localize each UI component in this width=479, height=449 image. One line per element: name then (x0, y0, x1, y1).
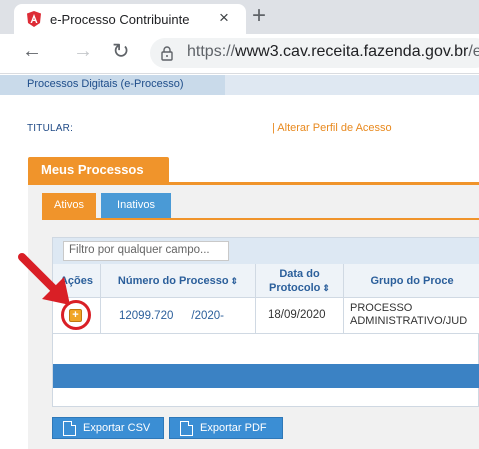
numero-header-label: Número do Processo (117, 275, 229, 287)
url-scheme: https:// (187, 43, 236, 60)
data-header-line1: Data do (279, 268, 320, 280)
tab-ativos[interactable]: Ativos (42, 193, 96, 219)
forward-arrow-icon[interactable]: → (73, 40, 93, 63)
sort-icon[interactable]: ⇕ (322, 283, 330, 293)
export-pdf-button[interactable]: Exportar PDF (169, 417, 283, 439)
grupo-header-label: Grupo do Proce (370, 275, 454, 287)
processo-number[interactable]: 12099.720/2020- (119, 309, 242, 323)
browser-toolbar: ← → ↻ https://www3.cav.receita.fazenda.g… (0, 34, 479, 74)
browser-tab-bar: e-Processo Contribuinte × + (0, 0, 479, 34)
export-csv-button[interactable]: Exportar CSV (52, 417, 164, 439)
tab-ativos-label: Ativos (54, 199, 84, 211)
csv-file-icon (63, 421, 76, 436)
url-host: www3.cav.receita.fazenda.gov.br (235, 43, 469, 60)
address-bar[interactable]: https://www3.cav.receita.fazenda.gov.br/… (150, 38, 479, 68)
processo-number-part2: /2020- (191, 310, 224, 323)
subtab-divider (42, 218, 479, 220)
meus-processos-tab[interactable]: Meus Processos (28, 157, 169, 183)
pdf-file-icon (180, 421, 193, 436)
table-row[interactable]: + 12099.720/2020- 18/09/2020 PROCESSO ADM… (53, 298, 479, 334)
sort-icon[interactable]: ⇕ (231, 276, 239, 286)
redaction-blur (223, 309, 242, 323)
table-footer (53, 364, 479, 388)
new-tab-button[interactable]: + (252, 2, 266, 30)
column-header-numero[interactable]: Número do Processo ⇕ (101, 264, 256, 298)
table-header: Ações Número do Processo ⇕ Data do Protoco… (53, 264, 479, 298)
back-arrow-icon[interactable]: ← (22, 40, 42, 63)
url-text: https://www3.cav.receita.fazenda.gov.br/… (187, 43, 479, 61)
lock-icon[interactable] (160, 45, 174, 61)
redaction-blur (173, 309, 192, 323)
tab-inativos[interactable]: Inativos (101, 193, 171, 219)
export-csv-label: Exportar CSV (83, 422, 151, 434)
grupo-line1: PROCESSO (350, 302, 413, 314)
brand-bar: Processos Digitais (e-Processo) (0, 75, 479, 95)
tab-inativos-label: Inativos (117, 199, 155, 211)
row-data-cell: 18/09/2020 (256, 298, 344, 334)
processos-panel: Ativos Inativos Filtro por qualquer camp… (28, 185, 479, 449)
alterar-perfil-link[interactable]: | Alterar Perfil de Acesso (272, 122, 392, 134)
meus-processos-title: Meus Processos (41, 162, 144, 177)
tab-title: e-Processo Contribuinte (50, 12, 190, 27)
brand-tab: Processos Digitais (e-Processo) (0, 75, 225, 95)
titular-label: TITULAR: (27, 123, 74, 134)
grupo-line2: ADMINISTRATIVO/JUD (350, 315, 468, 327)
data-header-line2: Protocolo (269, 282, 321, 294)
column-header-data[interactable]: Data do Protocolo ⇕ (256, 264, 344, 298)
row-grupo-cell: PROCESSO ADMINISTRATIVO/JUD (344, 298, 479, 334)
reload-icon[interactable]: ↻ (112, 39, 130, 64)
protocolo-date: 18/09/2020 (268, 309, 326, 321)
column-header-grupo[interactable]: Grupo do Proce (344, 264, 479, 298)
browser-tab[interactable]: e-Processo Contribuinte × (14, 4, 246, 34)
filter-input[interactable]: Filtro por qualquer campo... (63, 241, 229, 261)
row-numero-cell: 12099.720/2020- (101, 298, 256, 334)
processo-number-part1: 12099.720 (119, 310, 174, 323)
url-path: /ep (468, 43, 479, 60)
close-tab-icon[interactable]: × (219, 8, 229, 28)
brand-title[interactable]: Processos Digitais (e-Processo) (27, 78, 184, 90)
filter-bar: Filtro por qualquer campo... (53, 238, 479, 264)
processos-table: Filtro por qualquer campo... Ações Númer… (52, 237, 479, 407)
grupo-text: PROCESSO ADMINISTRATIVO/JUD (350, 302, 467, 328)
angular-shield-icon (27, 11, 41, 27)
red-arrow-icon (18, 253, 70, 305)
export-pdf-label: Exportar PDF (200, 422, 267, 434)
